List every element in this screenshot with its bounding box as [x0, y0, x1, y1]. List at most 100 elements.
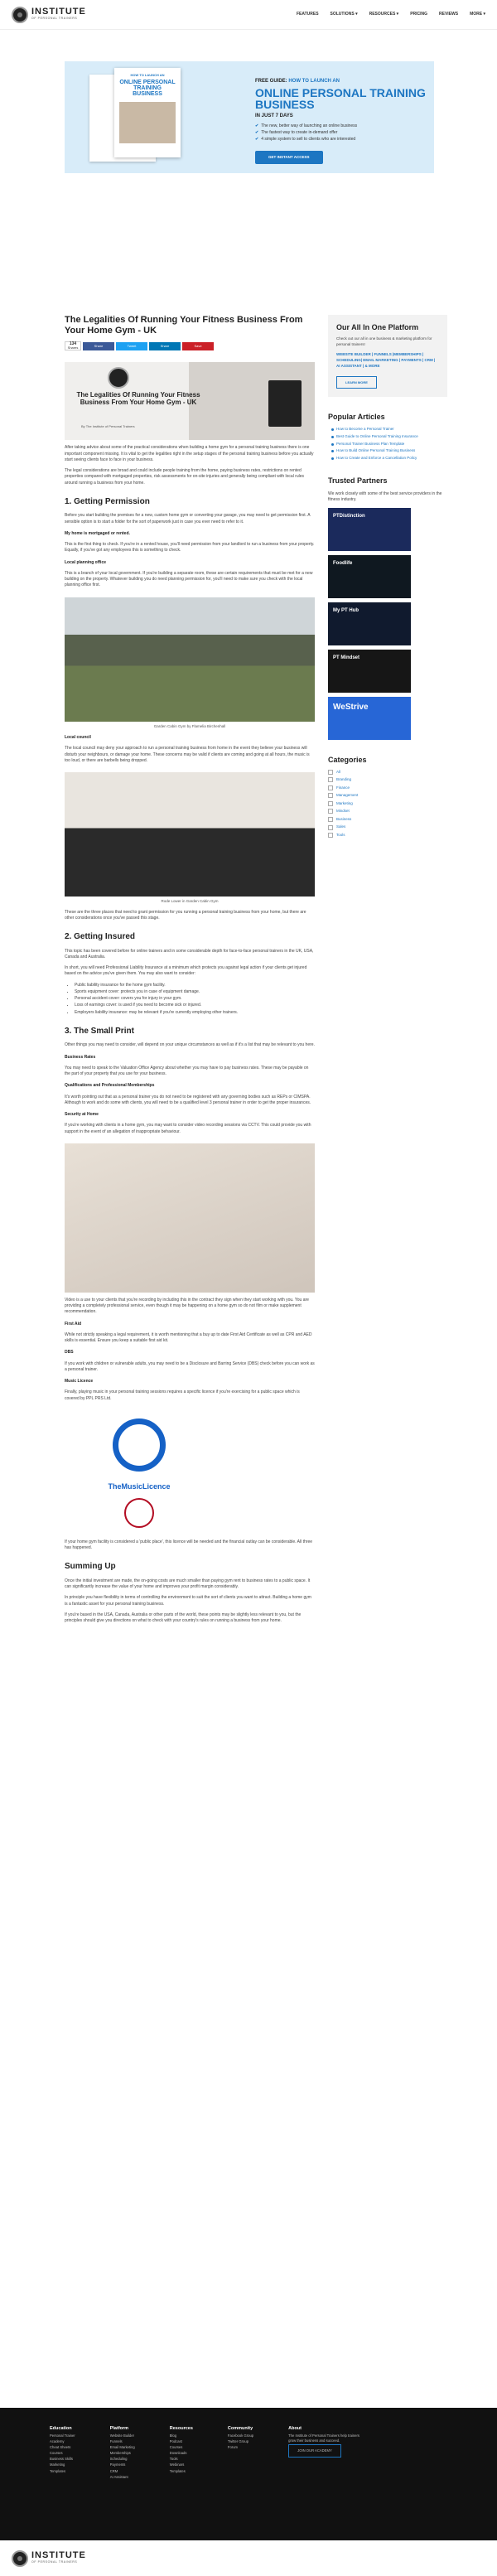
paragraph: This is the first thing to check. If you… [65, 542, 315, 553]
footer-link[interactable]: Downloads [170, 2451, 193, 2456]
check-icon: ✔ [255, 137, 259, 143]
check-item: ✔ The new, better way of launching an onl… [255, 123, 358, 128]
partner-ptdistinction[interactable]: PTDistinction [328, 507, 411, 551]
nav-reviews[interactable]: REVIEWS [439, 12, 458, 17]
join-academy-button[interactable]: JOIN OUR ACADEMY [288, 2444, 341, 2458]
nav-more[interactable]: MORE ▾ [470, 12, 485, 17]
insurance-list: Public liability insurance for the home … [75, 983, 315, 1016]
category-checkbox[interactable]: All [328, 770, 447, 776]
footer-link[interactable]: Webinars [170, 2462, 193, 2467]
footer-link[interactable]: Payments [110, 2462, 135, 2467]
category-checkbox[interactable]: Marketing [328, 801, 447, 807]
footer-link[interactable]: CRM [110, 2469, 135, 2474]
footer-col-platform: Platform Website Builder Funnels Email M… [110, 2426, 135, 2480]
banner-copy: FREE GUIDE: HOW TO LAUNCH AN ONLINE PERS… [230, 61, 434, 173]
nav-features[interactable]: FEATURES [297, 12, 319, 17]
footer-link[interactable]: Podcast [170, 2439, 193, 2444]
partner-mypthub[interactable]: My PT Hub [328, 602, 411, 645]
footer-link[interactable]: Twitter Group [228, 2439, 253, 2444]
popular-article-link[interactable]: How to Become a Personal Trainer [331, 427, 447, 433]
share-count: 134 Shares [65, 341, 81, 351]
get-access-button[interactable]: GET INSTANT ACCESS [255, 150, 323, 165]
subheading: First Aid [65, 1321, 82, 1327]
twitter-share-button[interactable]: Tweet [116, 341, 147, 350]
footer-link[interactable]: Academy [50, 2439, 75, 2444]
footer-link[interactable]: Funnels [110, 2439, 135, 2444]
nav-solutions[interactable]: SOLUTIONS ▾ [331, 12, 358, 17]
category-checkbox[interactable]: Management [328, 793, 447, 799]
popular-article-link[interactable]: Best Guide to Online Personal Training I… [331, 434, 447, 440]
section-heading: 3. The Small Print [65, 1026, 134, 1036]
sidebar: Our All In One Platform Check out our al… [328, 315, 447, 838]
list-item: Public liability insurance for the home … [75, 983, 315, 988]
paragraph: The local council may deny your approach… [65, 746, 310, 763]
pinterest-save-button[interactable]: Save [182, 341, 214, 350]
music-licence-wordmark: TheMusicLicence [108, 1481, 171, 1491]
site-logo[interactable]: INSTITUTE OF PERSONAL TRAINERS [12, 6, 86, 23]
category-checkbox[interactable]: Sales [328, 824, 447, 830]
learn-more-button[interactable]: LEARN MORE [336, 375, 377, 389]
subheading: My home is mortgaged or rented. [65, 530, 130, 536]
rower-gym-photo [65, 772, 315, 897]
footer-link[interactable]: Business Skills [50, 2457, 75, 2462]
banner-free-guide: FREE GUIDE: HOW TO LAUNCH AN [255, 79, 340, 84]
footer-link[interactable]: Website Builder [110, 2433, 135, 2438]
footer-link[interactable]: Cheat Sheets [50, 2445, 75, 2450]
popular-article-link[interactable]: How to Build Online Personal Training Bu… [331, 448, 447, 454]
footer-link[interactable]: Blog [170, 2433, 193, 2438]
hero-byline: By The Institute of Personal Trainers [81, 424, 135, 429]
ppl-prs-badge-icon [124, 1497, 154, 1528]
paragraph: Before you start building the premises f… [65, 513, 311, 524]
footer-link[interactable]: Tools [170, 2457, 193, 2462]
logo-tagline: OF PERSONAL TRAINERS [31, 2560, 78, 2564]
footer-col-title: Community [227, 2426, 253, 2431]
footer-col-about: About The Institute of Personal Trainers… [288, 2426, 363, 2480]
footer-link[interactable]: Personal Trainer [50, 2433, 75, 2438]
partner-westrive[interactable]: WeStrive [328, 696, 411, 740]
paragraph: It's worth pointing out that as a person… [65, 1094, 311, 1105]
garden-cabin-photo [65, 597, 315, 722]
paragraph: If your home gym facility is considered … [65, 1539, 313, 1551]
category-checkbox[interactable]: Business [328, 817, 447, 823]
list-item: Loss of earnings cover: is used if you n… [75, 1003, 315, 1008]
footer-col-resources: Resources Blog Podcast Courses Downloads… [170, 2426, 193, 2480]
partner-foodlife[interactable]: Foodlife [328, 554, 411, 598]
category-checkbox[interactable]: Branding [328, 777, 447, 783]
footer-link[interactable]: Email Marketing [110, 2445, 135, 2450]
article-title: The Legalities Of Running Your Fitness B… [65, 315, 303, 336]
partner-ptmindset[interactable]: PT Mindset [328, 649, 411, 693]
ebook-cover-image [119, 101, 176, 143]
category-checkbox[interactable]: Tools [328, 833, 447, 839]
section-heading: 1. Getting Permission [65, 496, 150, 506]
category-checkbox[interactable]: Finance [328, 785, 447, 791]
nav-pricing[interactable]: PRICING [410, 12, 427, 17]
footer-link[interactable]: Templates [50, 2469, 75, 2474]
check-icon: ✔ [255, 123, 259, 128]
lead-magnet-banner: HOW TO LAUNCH AN ONLINE PERSONAL TRAININ… [65, 61, 434, 173]
nav-resources[interactable]: RESOURCES ▾ [369, 12, 399, 17]
section-heading: Summing Up [65, 1562, 116, 1572]
footer-link[interactable]: Marketing [50, 2462, 75, 2467]
category-checkbox[interactable]: Mindset [328, 809, 447, 814]
popular-article-link[interactable]: Personal Trainer Business Plan Template [331, 442, 447, 447]
music-licence-logo: TheMusicLicence [81, 1410, 197, 1534]
footer-link[interactable]: Courses [50, 2451, 75, 2456]
logo-name: INSTITUTE [31, 7, 86, 17]
banner-headline: ONLINE PERSONAL TRAINING BUSINESS [255, 85, 426, 112]
popular-articles-list: How to Become a Personal Trainer Best Gu… [328, 427, 447, 461]
footer-link[interactable]: Templates [170, 2469, 193, 2474]
ebook-cover-title: ONLINE PERSONAL TRAINING BUSINESS [119, 79, 176, 98]
hero-title: The Legalities Of Running Your Fitness B… [76, 391, 200, 407]
footer-link[interactable]: Scheduling [110, 2457, 135, 2462]
footer-link[interactable]: AI Assistant [110, 2475, 135, 2480]
footer-link[interactable]: Courses [170, 2445, 193, 2450]
partners-text: We work closely with some of the best se… [328, 491, 442, 503]
facebook-share-button[interactable]: Share [83, 341, 114, 350]
subheading: Business Rates [65, 1054, 96, 1060]
popular-article-link[interactable]: How to Create and Enforce a Cancellation… [331, 456, 447, 462]
footer-link[interactable]: Forum [228, 2445, 253, 2450]
footer-link[interactable]: Facebook Group [228, 2433, 253, 2438]
footer-link[interactable]: Memberships [110, 2451, 135, 2456]
linkedin-share-button[interactable]: Share [149, 341, 181, 350]
footer-logo[interactable]: INSTITUTE OF PERSONAL TRAINERS [12, 2549, 86, 2567]
